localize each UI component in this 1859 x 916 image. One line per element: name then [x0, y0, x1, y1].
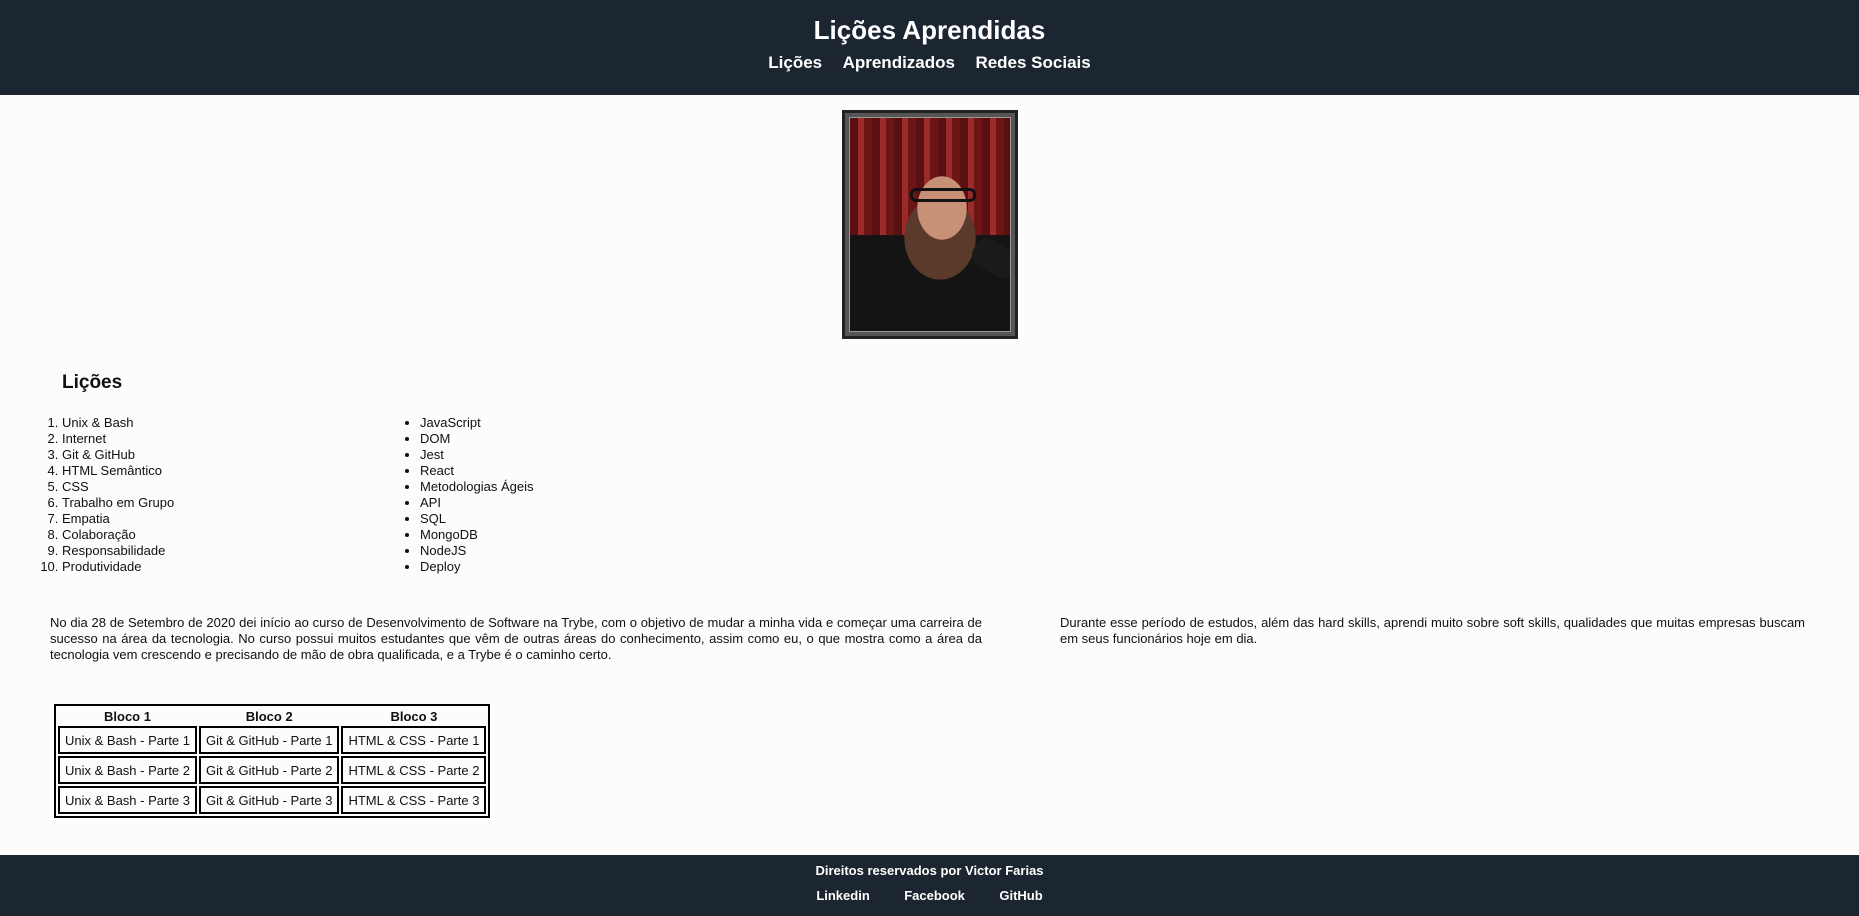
footer-links: Linkedin Facebook GitHub — [0, 887, 1859, 905]
list-item: Colaboração — [62, 527, 174, 543]
lessons-ordered-list: Unix & Bash Internet Git & GitHub HTML S… — [62, 415, 174, 575]
page-header: Lições Aprendidas Lições Aprendizados Re… — [0, 0, 1859, 95]
table-cell: Unix & Bash - Parte 1 — [58, 726, 197, 754]
list-item: API — [420, 495, 533, 511]
table-row: Unix & Bash - Parte 3 Git & GitHub - Par… — [58, 786, 487, 814]
list-item: Trabalho em Grupo — [62, 495, 174, 511]
intro-paragraph: No dia 28 de Setembro de 2020 dei início… — [50, 615, 982, 662]
list-item: Jest — [420, 447, 533, 463]
nav-redes-sociais[interactable]: Redes Sociais — [975, 53, 1090, 72]
table-cell: HTML & CSS - Parte 1 — [341, 726, 487, 754]
main-nav: Lições Aprendizados Redes Sociais — [0, 53, 1859, 73]
list-item: DOM — [420, 431, 533, 447]
table-cell: HTML & CSS - Parte 2 — [341, 756, 487, 784]
footer-link-linkedin[interactable]: Linkedin — [816, 888, 869, 903]
table-cell: Git & GitHub - Parte 3 — [199, 786, 340, 814]
list-item: React — [420, 463, 533, 479]
page-footer: Direitos reservados por Victor Farias Li… — [0, 855, 1859, 916]
microphone-shape — [967, 233, 1010, 283]
page-title: Lições Aprendidas — [813, 15, 1046, 45]
nav-aprendizados[interactable]: Aprendizados — [843, 53, 955, 72]
nav-licoes[interactable]: Lições — [768, 53, 822, 72]
list-item: MongoDB — [420, 527, 533, 543]
table-cell: Git & GitHub - Parte 2 — [199, 756, 340, 784]
list-item: Deploy — [420, 559, 533, 575]
list-item: Produtividade — [62, 559, 174, 575]
table-header: Bloco 1 — [104, 708, 151, 724]
table-cell: Unix & Bash - Parte 2 — [58, 756, 197, 784]
profile-photo-image — [849, 117, 1011, 332]
list-item: Unix & Bash — [62, 415, 174, 431]
table-header: Bloco 3 — [390, 708, 438, 724]
footer-link-facebook[interactable]: Facebook — [904, 888, 965, 903]
lessons-title: Lições — [62, 372, 123, 393]
topics-unordered-list: JavaScript DOM Jest React Metodologias Á… — [420, 415, 533, 575]
glasses-shape — [910, 188, 976, 202]
profile-photo — [842, 110, 1018, 339]
table-cell: Unix & Bash - Parte 3 — [58, 786, 197, 814]
list-item: CSS — [62, 479, 174, 495]
list-item: Responsabilidade — [62, 543, 174, 559]
soft-skills-paragraph: Durante esse período de estudos, além da… — [1060, 615, 1805, 646]
list-item: Metodologias Ágeis — [420, 479, 533, 495]
list-item: Empatia — [62, 511, 174, 527]
footer-credit: Direitos reservados por Victor Farias — [815, 863, 1044, 878]
blocks-table: Bloco 1 Bloco 2 Bloco 3 Unix & Bash - Pa… — [54, 704, 491, 818]
table-row: Unix & Bash - Parte 1 Git & GitHub - Par… — [58, 726, 487, 754]
list-item: HTML Semântico — [62, 463, 174, 479]
list-item: JavaScript — [420, 415, 533, 431]
list-item: Git & GitHub — [62, 447, 174, 463]
list-item: Internet — [62, 431, 174, 447]
list-item: SQL — [420, 511, 533, 527]
table-cell: Git & GitHub - Parte 1 — [199, 726, 340, 754]
footer-link-github[interactable]: GitHub — [999, 888, 1042, 903]
table-header: Bloco 2 — [245, 708, 293, 724]
table-row: Unix & Bash - Parte 2 Git & GitHub - Par… — [58, 756, 487, 784]
table-cell: HTML & CSS - Parte 3 — [341, 786, 487, 814]
list-item: NodeJS — [420, 543, 533, 559]
